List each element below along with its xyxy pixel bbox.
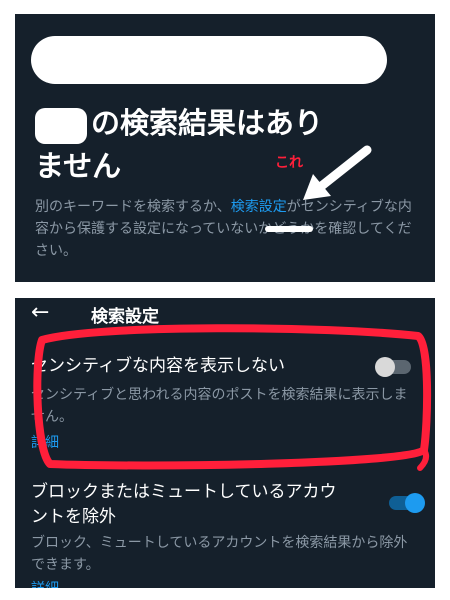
annotation-underline (265, 226, 313, 232)
search-settings-link[interactable]: 検索設定 (231, 199, 287, 215)
search-results-panel: の検索結果はあり ません これ 別のキーワードを検索するか、検索設定がセンシティブ… (15, 14, 435, 282)
exclude-blocked-toggle[interactable] (389, 493, 425, 513)
setting-description: ブロック、ミュートしているアカウントを検索結果から除外できます。 (31, 535, 408, 573)
redacted-keyword (35, 108, 87, 144)
setting-details-link[interactable]: 詳細 (31, 578, 59, 588)
annotation-highlight-outline (33, 324, 432, 471)
redacted-search-query (31, 36, 387, 84)
toggle-knob (405, 493, 425, 513)
no-results-description: 別のキーワードを検索するか、検索設定がセンシティブな内容から保護する設定になって… (35, 199, 412, 259)
setting-title: ブロックまたはミュートしているアカウントを除外 (31, 482, 337, 527)
